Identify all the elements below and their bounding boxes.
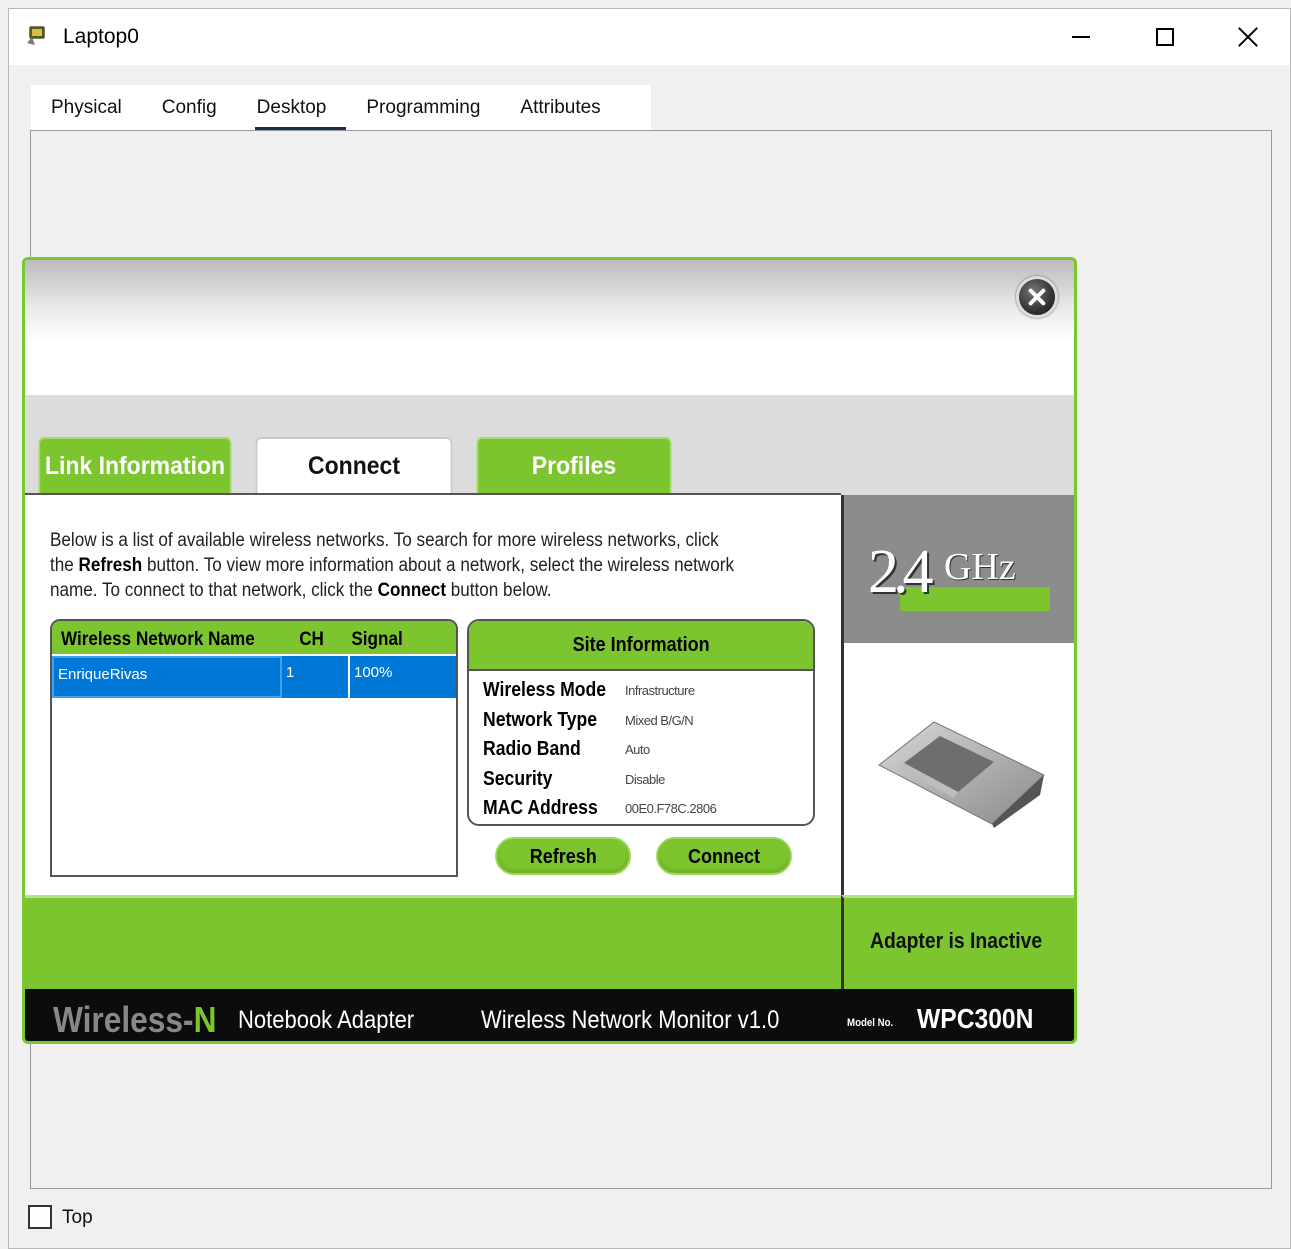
model-number: WPC300N [917,1003,1034,1034]
wireless-monitor-app: Link Information Connect Profiles Below … [22,257,1077,1044]
site-row-radio-band: Radio Band Auto [469,734,813,764]
refresh-button-label: Refresh [529,846,597,868]
instr-connect-bold: Connect [377,580,447,601]
site-row-mac-address: MAC Address 00E0.F78C.2806 [469,793,813,823]
instr-text: button. To view more information about a… [142,555,735,576]
site-label: Wireless Mode [483,679,607,701]
connect-button-label: Connect [688,846,760,868]
close-icon [1237,26,1259,48]
network-row[interactable]: EnriqueRivas 1 100% [52,656,456,698]
tab-attributes[interactable]: Attributes [500,85,620,131]
col-network-name: Wireless Network Name [61,629,255,650]
brand-logo: Wireless-N [53,999,216,1041]
app-header [25,260,1074,395]
pc-card-image [878,721,1045,828]
site-information-title-text: Site Information [572,634,710,656]
instructions-text: Below is a list of available wireless ne… [50,528,761,603]
status-bar-left [25,895,841,989]
brand-text: Wireless- [53,999,194,1040]
tab-desktop[interactable]: Desktop [237,85,347,131]
maximize-button[interactable] [1145,17,1185,57]
refresh-button[interactable]: Refresh [495,837,631,875]
instr-refresh-bold: Refresh [78,555,143,576]
connect-panel: Below is a list of available wireless ne… [25,495,841,895]
instructions-line-2: the Refresh button. To view more informa… [50,553,761,578]
network-list: Wireless Network Name CH Signal EnriqueR… [50,619,458,877]
tab-config[interactable]: Config [142,85,237,131]
adapter-status-text: Adapter is Inactive [870,928,1043,953]
instr-text: button below. [446,580,552,601]
tab-connect[interactable]: Connect [255,437,453,497]
site-row-wireless-mode: Wireless Mode Infrastructure [469,675,813,705]
site-row-security: Security Disable [469,764,813,794]
site-value: Disable [625,771,665,787]
connect-button[interactable]: Connect [656,837,792,875]
site-row-network-type: Network Type Mixed B/G/N [469,705,813,735]
minimize-icon [1072,36,1090,38]
band-unit: GHz [944,546,1016,588]
device-tabs: Physical Config Desktop Programming Attr… [31,85,651,131]
site-value: 00E0.F78C.2806 [625,801,717,816]
site-info-rows: Wireless Mode Infrastructure Network Typ… [469,671,813,823]
status-box: Adapter is Inactive [841,895,1074,989]
band-number: 2.4 [868,538,933,606]
site-information-title: Site Information [469,621,813,671]
app-tab-strip: Link Information Connect Profiles [25,395,1074,497]
instructions-line-3: name. To connect to that network, click … [50,578,761,603]
tab-physical[interactable]: Physical [31,85,142,131]
close-window-button[interactable] [1228,17,1268,57]
laptop-app-icon [27,26,45,45]
instructions-line-1: Below is a list of available wireless ne… [50,530,719,551]
network-name-cell: EnriqueRivas [52,656,282,698]
tab-link-information[interactable]: Link Information [38,437,232,495]
band-badge: 2.4 GHz [844,495,1074,643]
site-label: MAC Address [483,797,598,819]
network-list-header: Wireless Network Name CH Signal [52,621,456,656]
site-value: Infrastructure [625,683,695,698]
network-ch-cell: 1 [282,656,350,698]
network-signal-cell: 100% [354,664,393,681]
col-ch: CH [299,629,324,650]
product-name: Notebook Adapter [238,1006,415,1034]
monitor-version: Wireless Network Monitor v1.0 [481,1006,780,1034]
app-close-button[interactable] [1016,276,1058,318]
footer-bar: Wireless-N Notebook Adapter Wireless Net… [25,989,1074,1041]
title-bar: Laptop0 [9,9,1290,65]
minimize-button[interactable] [1061,17,1101,57]
tab-profiles[interactable]: Profiles [476,437,672,495]
maximize-icon [1156,28,1174,46]
adapter-side-panel: 2.4 GHz [841,495,1074,895]
top-checkbox-label: Top [62,1207,93,1228]
site-label: Radio Band [483,738,581,760]
site-value: Mixed B/G/N [625,712,694,728]
top-checkbox[interactable] [28,1205,52,1229]
instr-text: the [50,555,79,576]
col-signal: Signal [351,629,403,650]
site-information-box: Site Information Wireless Mode Infrastru… [467,619,815,826]
site-value: Auto [625,742,650,757]
site-label: Network Type [483,708,598,731]
window-title: Laptop0 [63,25,139,48]
brand-n: N [193,999,217,1040]
site-label: Security [483,767,553,790]
model-label: Model No. [847,1017,894,1029]
tab-programming[interactable]: Programming [346,85,500,131]
instr-text: name. To connect to that network, click … [50,580,378,601]
